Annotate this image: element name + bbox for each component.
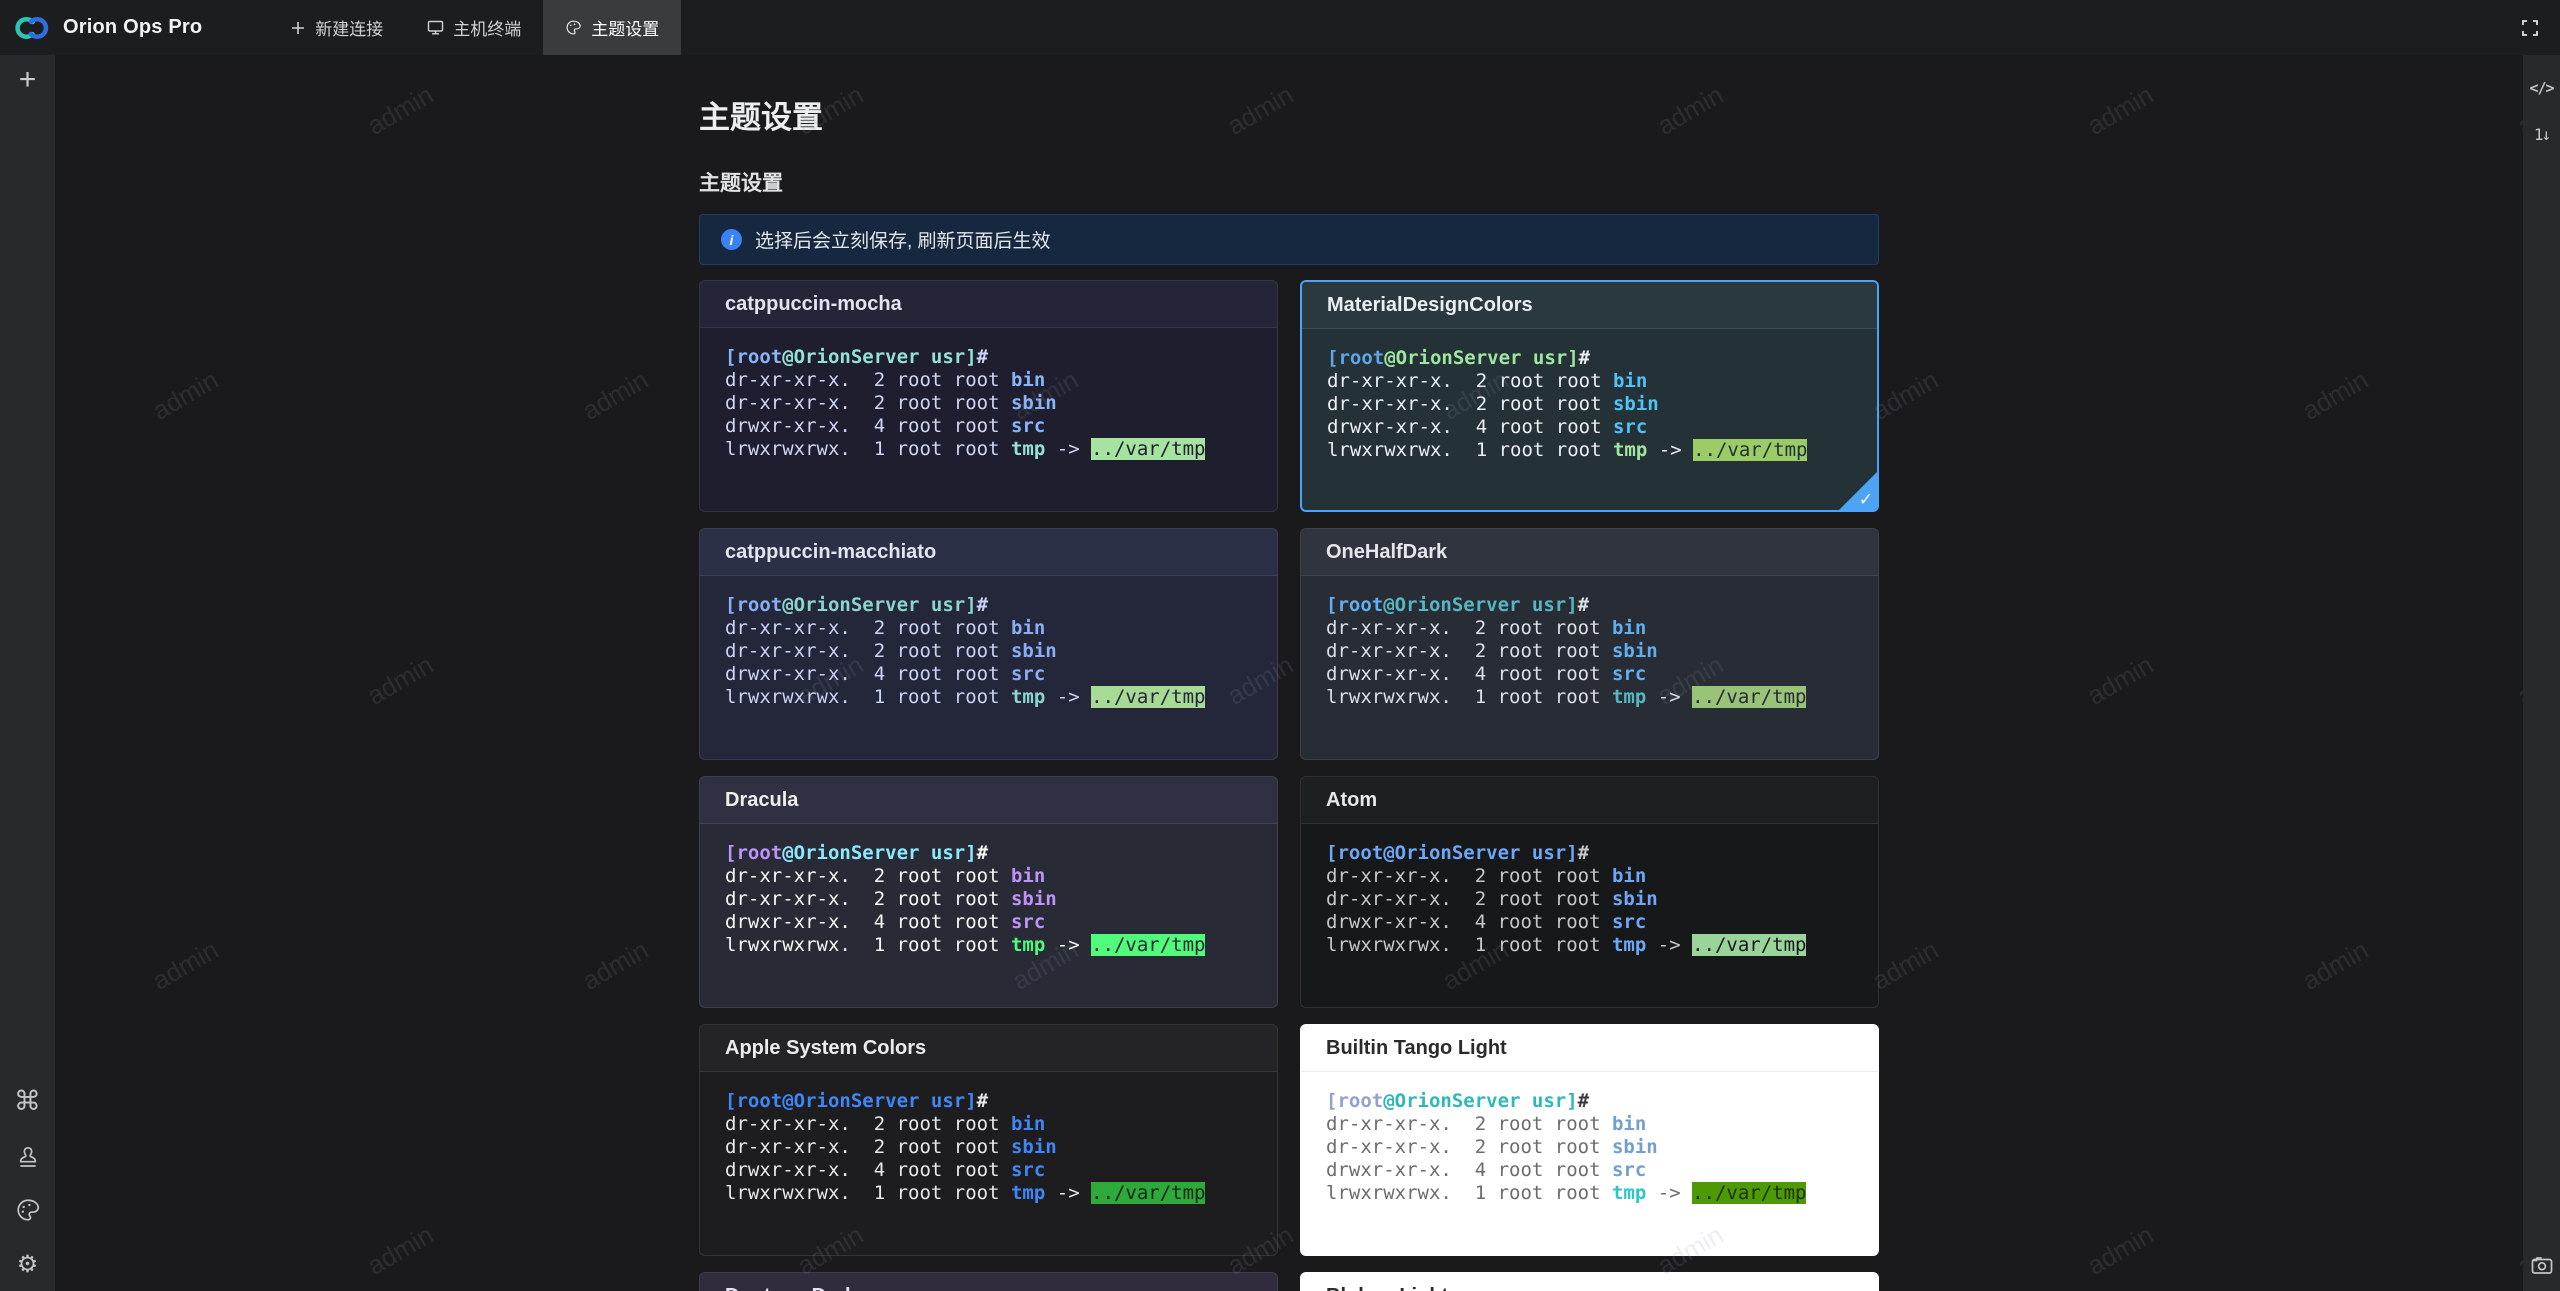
theme-card-title: Apple System Colors — [700, 1025, 1277, 1072]
add-connection-icon[interactable]: + — [19, 65, 37, 95]
theme-card-catppuccin-macchiato[interactable]: catppuccin-macchiato[root@OrionServer us… — [699, 528, 1278, 760]
theme-card-title: Duotone Dark — [700, 1273, 1277, 1291]
theme-grid: catppuccin-mocha[root@OrionServer usr]#d… — [699, 280, 1879, 1291]
section-title: 主题设置 — [699, 167, 1879, 197]
info-banner: i 选择后会立刻保存, 刷新页面后生效 — [699, 214, 1879, 265]
info-icon: i — [721, 229, 742, 250]
theme-card-onehalfdark[interactable]: OneHalfDark[root@OrionServer usr]#dr-xr-… — [1300, 528, 1879, 760]
theme-card-title: Builtin Tango Light — [1301, 1025, 1878, 1072]
tab-host-terminal[interactable]: 主机终端 — [405, 0, 543, 55]
theme-card-title: MaterialDesignColors — [1302, 282, 1877, 329]
theme-card-atom[interactable]: Atom[root@OrionServer usr]#dr-xr-xr-x. 2… — [1300, 776, 1879, 1008]
tab-new-connection[interactable]: 新建连接 — [268, 0, 405, 55]
theme-terminal-preview: [root@OrionServer usr]#dr-xr-xr-x. 2 roo… — [700, 824, 1277, 957]
theme-terminal-preview: [root@OrionServer usr]#dr-xr-xr-x. 2 roo… — [1301, 576, 1878, 709]
theme-card-title: Dracula — [700, 777, 1277, 824]
info-banner-text: 选择后会立刻保存, 刷新页面后生效 — [755, 226, 1051, 253]
theme-terminal-preview: [root@OrionServer usr]#dr-xr-xr-x. 2 roo… — [1301, 1072, 1878, 1205]
tab-theme-settings[interactable]: 主题设置 — [543, 0, 681, 55]
theme-terminal-preview: [root@OrionServer usr]#dr-xr-xr-x. 2 roo… — [1302, 329, 1877, 462]
palette-icon[interactable] — [15, 1197, 41, 1223]
stamp-icon[interactable] — [15, 1144, 41, 1170]
theme-card-title: catppuccin-mocha — [700, 281, 1277, 328]
tab-label: 主题设置 — [591, 15, 659, 40]
app-logo-icon — [13, 8, 53, 48]
main-content: 主题设置 主题设置 i 选择后会立刻保存, 刷新页面后生效 catppuccin… — [55, 55, 2523, 1291]
theme-terminal-preview: [root@OrionServer usr]#dr-xr-xr-x. 2 roo… — [1301, 824, 1878, 957]
terminal-icon — [427, 19, 444, 36]
camera-icon[interactable] — [2529, 1253, 2555, 1277]
theme-card-blulocolight[interactable]: BlulocoLight[root@OrionServer usr]#dr-xr… — [1300, 1272, 1879, 1291]
theme-card-title: Atom — [1301, 777, 1878, 824]
plus-icon — [290, 20, 306, 36]
tab-label: 新建连接 — [315, 15, 383, 40]
palette-icon — [565, 19, 582, 36]
fullscreen-icon[interactable] — [2516, 14, 2544, 42]
tab-label: 主机终端 — [453, 15, 521, 40]
right-sidebar: </> 1↓ — [2523, 55, 2560, 1291]
sort-lines-icon[interactable]: 1↓ — [2534, 125, 2549, 144]
theme-card-materialdesigncolors[interactable]: MaterialDesignColors[root@OrionServer us… — [1300, 280, 1879, 512]
left-sidebar: + ⌘ ⚙ — [0, 55, 55, 1291]
code-icon[interactable]: </> — [2529, 79, 2553, 97]
command-icon[interactable]: ⌘ — [14, 1086, 41, 1117]
page-title: 主题设置 — [699, 92, 1879, 137]
theme-terminal-preview: [root@OrionServer usr]#dr-xr-xr-x. 2 roo… — [700, 576, 1277, 709]
topbar: Orion Ops Pro 新建连接 主机终端 — [0, 0, 2560, 55]
theme-card-catppuccin-mocha[interactable]: catppuccin-mocha[root@OrionServer usr]#d… — [699, 280, 1278, 512]
app-brand: Orion Ops Pro — [0, 0, 220, 55]
theme-card-title: OneHalfDark — [1301, 529, 1878, 576]
gear-icon[interactable]: ⚙ — [17, 1250, 39, 1279]
theme-card-dracula[interactable]: Dracula[root@OrionServer usr]#dr-xr-xr-x… — [699, 776, 1278, 1008]
theme-card-duotone-dark[interactable]: Duotone Dark[root@OrionServer usr]#dr-xr… — [699, 1272, 1278, 1291]
theme-card-builtin-tango-light[interactable]: Builtin Tango Light[root@OrionServer usr… — [1300, 1024, 1879, 1256]
theme-card-title: catppuccin-macchiato — [700, 529, 1277, 576]
theme-terminal-preview: [root@OrionServer usr]#dr-xr-xr-x. 2 roo… — [700, 1072, 1277, 1205]
selected-check-icon: ✓ — [1859, 491, 1873, 508]
app-title: Orion Ops Pro — [63, 16, 202, 39]
theme-card-apple-system-colors[interactable]: Apple System Colors[root@OrionServer usr… — [699, 1024, 1278, 1256]
theme-card-title: BlulocoLight — [1301, 1273, 1878, 1291]
main-tabs: 新建连接 主机终端 主题设置 — [268, 0, 681, 55]
theme-terminal-preview: [root@OrionServer usr]#dr-xr-xr-x. 2 roo… — [700, 328, 1277, 461]
